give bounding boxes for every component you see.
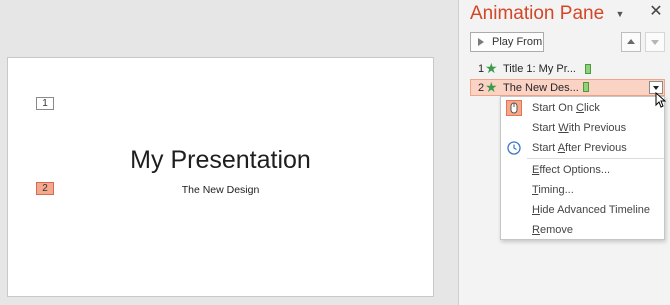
close-icon: ✕: [649, 3, 663, 20]
menu-item-timing[interactable]: Timing...: [501, 180, 664, 200]
slide[interactable]: 1 My Presentation 2 The New Design: [7, 57, 434, 297]
menu-label: Start: [532, 142, 558, 154]
animation-tag-1[interactable]: 1: [36, 97, 54, 110]
animation-context-menu: Start On Click Start With Previous Start…: [500, 96, 665, 240]
menu-label: Start: [532, 122, 559, 134]
menu-label: emove: [539, 224, 573, 236]
menu-item-hide-advanced-timeline[interactable]: Hide Advanced Timeline: [501, 200, 664, 220]
timing-bar: [585, 64, 591, 74]
menu-item-remove[interactable]: Remove: [501, 220, 664, 240]
entrance-star-icon: ★: [485, 60, 498, 76]
play-from-button[interactable]: Play From: [470, 32, 544, 52]
down-arrow-icon: [651, 40, 659, 45]
animation-item-1[interactable]: 1 ★ Title 1: My Pr...: [471, 60, 665, 78]
menu-label: lick: [583, 102, 600, 114]
menu-accelerator: H: [532, 204, 540, 216]
play-from-label: Play From: [492, 36, 543, 48]
menu-item-start-with-previous[interactable]: Start With Previous: [501, 118, 664, 138]
cursor-icon: [655, 92, 666, 108]
menu-label: iming...: [538, 184, 574, 196]
menu-accelerator: C: [576, 102, 584, 114]
chevron-down-icon: ▼: [615, 9, 625, 19]
menu-item-start-on-click[interactable]: Start On Click: [501, 98, 664, 118]
menu-accelerator: W: [558, 122, 569, 134]
menu-label: fter Previous: [565, 142, 627, 154]
menu-separator: [527, 158, 664, 159]
menu-accelerator: A: [557, 142, 566, 154]
up-arrow-icon: [627, 39, 635, 44]
menu-item-effect-options[interactable]: Effect Options...: [501, 160, 664, 180]
menu-accelerator: R: [532, 224, 540, 236]
menu-label: ffect Options...: [539, 164, 611, 176]
animation-name: Title 1: My Pr...: [503, 63, 576, 75]
entrance-star-icon: ★: [485, 79, 498, 95]
animation-name: The New Des...: [503, 82, 579, 94]
slide-subtitle[interactable]: The New Design: [8, 184, 433, 196]
slide-canvas: 1 My Presentation 2 The New Design: [0, 0, 458, 305]
animation-item-2[interactable]: 2 ★ The New Des...: [470, 79, 665, 96]
move-earlier-button[interactable]: [621, 32, 641, 52]
play-icon: [478, 38, 484, 46]
move-later-button[interactable]: [645, 32, 665, 52]
animation-number: 2: [478, 82, 485, 94]
chevron-down-icon: [653, 86, 659, 90]
menu-label: ith Previous: [568, 122, 627, 134]
clock-icon: [506, 140, 522, 156]
menu-label: ide Advanced Timeline: [539, 204, 651, 216]
pane-close-button[interactable]: ✕: [647, 3, 665, 21]
menu-item-start-after-previous[interactable]: Start After Previous: [501, 138, 664, 158]
mouse-click-icon: [506, 100, 522, 116]
pane-options-button[interactable]: ▼: [613, 7, 627, 21]
pane-title: Animation Pane: [470, 3, 605, 24]
animation-number: 1: [478, 63, 485, 75]
menu-label: Start On: [532, 102, 577, 114]
slide-title[interactable]: My Presentation: [8, 146, 433, 175]
timing-bar: [583, 82, 589, 92]
